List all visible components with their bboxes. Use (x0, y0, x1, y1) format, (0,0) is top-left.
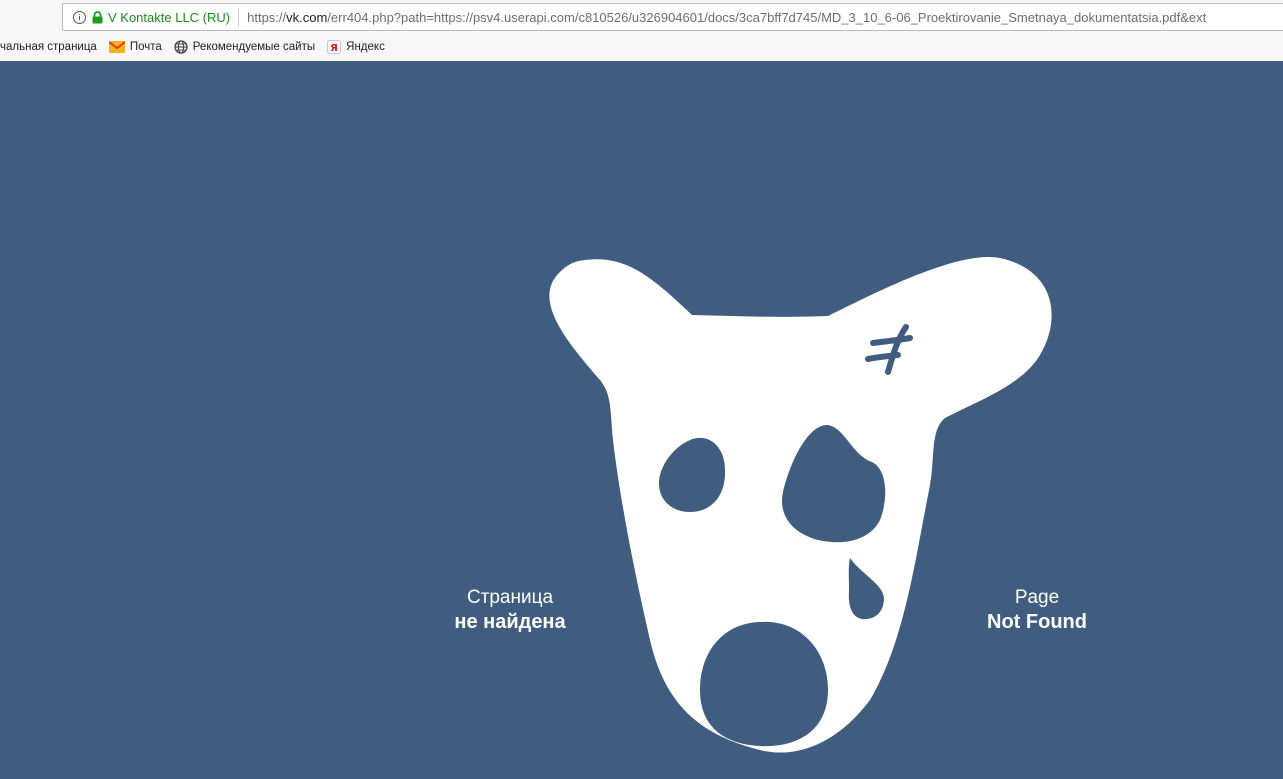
dog-mouth (700, 621, 828, 747)
not-found-ru-line2: не найдена (454, 611, 566, 633)
svg-text:Я: Я (330, 43, 338, 54)
site-identity[interactable]: V Kontakte LLC (RU) (108, 10, 230, 25)
bookmark-home[interactable]: чальная страница (0, 41, 97, 53)
url-separator (238, 8, 240, 26)
info-icon[interactable] (73, 10, 86, 24)
browser-chrome: V Kontakte LLC (RU) https://vk.com/err40… (0, 0, 1283, 62)
bookmark-mail[interactable]: Почта (108, 41, 162, 53)
bookmark-label: чальная страница (0, 41, 97, 53)
url-prefix: https:// (247, 9, 287, 25)
error-page: Страница не найдена Page Not Found (0, 61, 1283, 779)
bookmark-label: Яндекс (346, 41, 385, 53)
not-found-en-line1: Page (1014, 587, 1060, 608)
globe-icon (174, 40, 188, 54)
not-found-ru-line1: Страница (466, 587, 554, 608)
not-found-en-line2: Not Found (987, 611, 1087, 633)
bookmark-label: Почта (129, 41, 162, 53)
not-found-message-en: Page Not Found (937, 586, 1137, 634)
lock-icon[interactable] (92, 10, 103, 24)
bookmark-recommended[interactable]: Рекомендуемые сайты (174, 40, 315, 54)
bookmarks-bar: чальная страница Почта Рекомендуемые сай… (0, 37, 1283, 57)
mail-icon (108, 41, 125, 53)
vk-dog-illustration (549, 256, 1052, 753)
url-path: /err404.php?path=https://psv4.userapi.co… (327, 9, 1207, 25)
url-host: vk.com (286, 9, 328, 25)
address-bar[interactable]: V Kontakte LLC (RU) https://vk.com/err40… (62, 3, 1283, 31)
not-found-message-ru: Страница не найдена (410, 586, 610, 634)
bookmark-yandex[interactable]: Я Яндекс (327, 40, 385, 54)
yandex-icon: Я (327, 40, 342, 54)
url-text[interactable]: https://vk.com/err404.php?path=https://p… (247, 10, 1206, 25)
bookmark-label: Рекомендуемые сайты (192, 41, 316, 53)
